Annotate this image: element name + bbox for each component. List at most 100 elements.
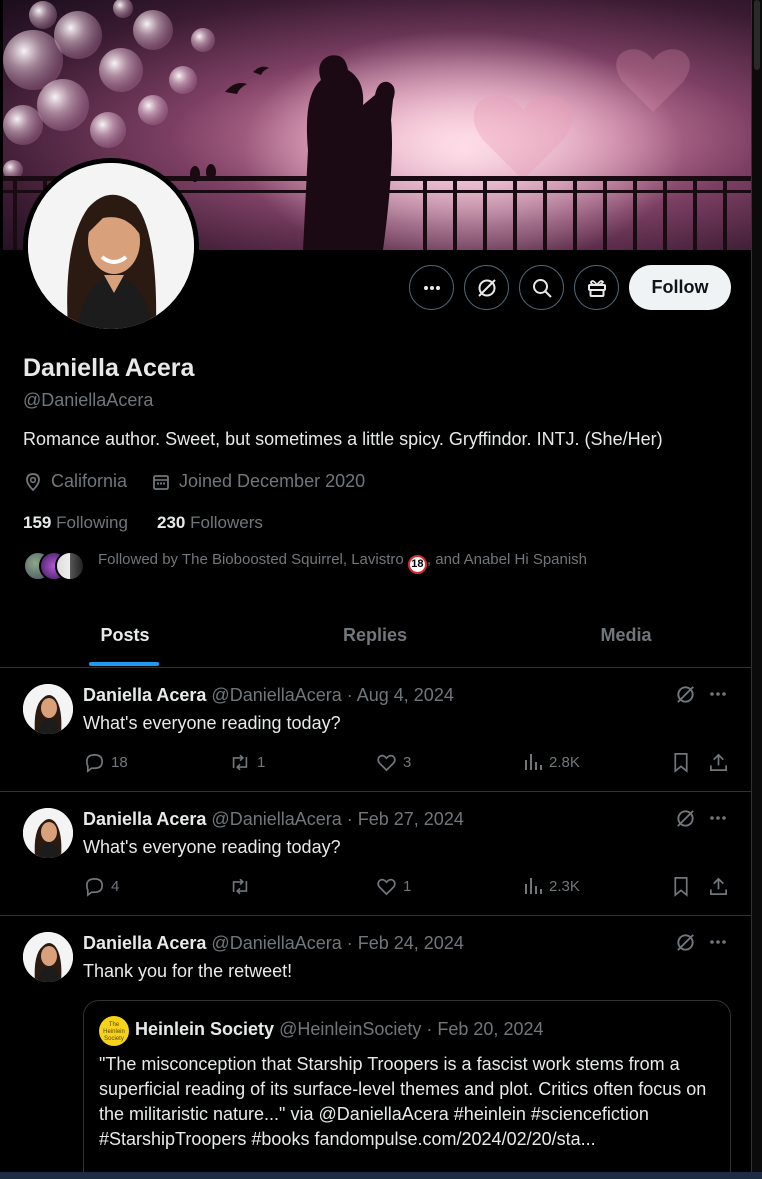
reply-icon bbox=[84, 876, 105, 897]
grok-icon bbox=[675, 808, 696, 829]
share-icon bbox=[708, 752, 729, 773]
bookmark-icon bbox=[671, 876, 691, 897]
tab-posts[interactable]: Posts bbox=[0, 603, 250, 667]
followers-label: Followers bbox=[190, 513, 263, 532]
post-author-name[interactable]: Daniella Acera bbox=[83, 933, 206, 953]
grok-button[interactable] bbox=[464, 265, 509, 310]
follow-button[interactable]: Follow bbox=[629, 265, 731, 310]
followers-link[interactable]: 230 Followers bbox=[157, 513, 263, 533]
heart-icon bbox=[376, 876, 397, 897]
scrollbar[interactable] bbox=[752, 0, 762, 1179]
post-item[interactable]: Daniella Acera @DaniellaAcera · Feb 27, … bbox=[0, 792, 751, 916]
reply-count: 18 bbox=[111, 754, 128, 771]
location-icon bbox=[23, 472, 43, 492]
following-count: 159 bbox=[23, 513, 52, 532]
active-tab-indicator bbox=[89, 662, 159, 666]
profile-bio: Romance author. Sweet, but sometimes a l… bbox=[23, 429, 663, 449]
reply-button[interactable]: 18 bbox=[84, 752, 128, 773]
grok-icon bbox=[675, 932, 696, 953]
post-grok-button[interactable] bbox=[675, 684, 696, 705]
reply-icon bbox=[84, 752, 105, 773]
followed-by-prefix: Followed by The Bioboosted Squirrel, Lav… bbox=[98, 551, 404, 568]
grok-icon bbox=[476, 277, 498, 299]
followed-by-text[interactable]: Followed by The Bioboosted Squirrel, Lav… bbox=[98, 551, 587, 574]
joined-text: Joined December 2020 bbox=[179, 471, 366, 491]
post-handle-date[interactable]: @DaniellaAcera · Feb 24, 2024 bbox=[211, 933, 463, 953]
following-link[interactable]: 159 Following bbox=[23, 513, 128, 533]
followed-by-suffix: , and Anabel Hi Spanish bbox=[426, 551, 588, 568]
profile-tabs: Posts Replies Media bbox=[0, 603, 751, 668]
repost-button[interactable] bbox=[229, 876, 257, 897]
gift-icon bbox=[586, 277, 608, 299]
post-avatar[interactable] bbox=[23, 808, 73, 858]
share-button[interactable] bbox=[708, 752, 729, 773]
post-avatar[interactable] bbox=[23, 932, 73, 982]
post-header: Daniella Acera @DaniellaAcera · Feb 24, … bbox=[83, 933, 464, 954]
profile-avatar[interactable] bbox=[28, 163, 194, 329]
quoted-handle-date: @HeinleinSociety · Feb 20, 2024 bbox=[279, 1019, 544, 1039]
repost-icon bbox=[229, 752, 251, 773]
post-grok-button[interactable] bbox=[675, 932, 696, 953]
like-button[interactable]: 1 bbox=[376, 876, 411, 897]
more-icon bbox=[708, 684, 728, 704]
profile-name: Daniella Acera bbox=[23, 354, 195, 382]
quoted-header: Heinlein Society @HeinleinSociety · Feb … bbox=[135, 1019, 543, 1040]
post-grok-button[interactable] bbox=[675, 808, 696, 829]
repost-count: 1 bbox=[257, 754, 266, 771]
share-icon bbox=[708, 876, 729, 897]
views-button[interactable]: 2.3K bbox=[523, 876, 580, 896]
views-count: 2.3K bbox=[549, 877, 580, 895]
profile-location: California bbox=[23, 471, 127, 492]
like-button[interactable]: 3 bbox=[376, 752, 411, 773]
more-button[interactable] bbox=[409, 265, 454, 310]
post-handle-date[interactable]: @DaniellaAcera · Aug 4, 2024 bbox=[211, 685, 453, 705]
post-avatar[interactable] bbox=[23, 684, 73, 734]
scrollbar-thumb[interactable] bbox=[754, 0, 760, 70]
more-icon bbox=[708, 808, 728, 828]
tab-media[interactable]: Media bbox=[500, 603, 751, 667]
post-handle-date[interactable]: @DaniellaAcera · Feb 27, 2024 bbox=[211, 809, 463, 829]
post-more-button[interactable] bbox=[708, 684, 728, 704]
gift-button[interactable] bbox=[574, 265, 619, 310]
location-text: California bbox=[51, 471, 128, 491]
quoted-author-name: Heinlein Society bbox=[135, 1019, 275, 1039]
age-badge-icon: 18 bbox=[407, 555, 427, 574]
followed-by-avatars[interactable] bbox=[23, 551, 85, 581]
reply-count: 4 bbox=[111, 878, 120, 895]
post-more-button[interactable] bbox=[708, 932, 728, 952]
share-button[interactable] bbox=[708, 876, 729, 897]
views-count: 2.8K bbox=[549, 753, 580, 771]
post-text: What's everyone reading today? bbox=[83, 837, 341, 857]
like-count: 1 bbox=[403, 878, 412, 895]
reply-button[interactable]: 4 bbox=[84, 876, 119, 897]
followers-count: 230 bbox=[157, 513, 186, 532]
bookmark-button[interactable] bbox=[671, 876, 691, 897]
repost-button[interactable]: 1 bbox=[229, 752, 265, 773]
post-author-name[interactable]: Daniella Acera bbox=[83, 685, 206, 705]
post-author-name[interactable]: Daniella Acera bbox=[83, 809, 206, 829]
more-icon bbox=[708, 932, 728, 952]
search-button[interactable] bbox=[519, 265, 564, 310]
post-more-button[interactable] bbox=[708, 808, 728, 828]
post-item[interactable]: Daniella Acera @DaniellaAcera · Aug 4, 2… bbox=[0, 668, 751, 792]
more-icon bbox=[422, 278, 442, 298]
post-text: What's everyone reading today? bbox=[83, 713, 341, 733]
avatar-image bbox=[28, 163, 194, 329]
like-count: 3 bbox=[403, 754, 412, 771]
heart-icon bbox=[376, 752, 397, 773]
calendar-icon bbox=[151, 472, 171, 492]
grok-icon bbox=[675, 684, 696, 705]
search-icon bbox=[531, 277, 553, 299]
views-button[interactable]: 2.8K bbox=[523, 752, 580, 772]
bookmark-button[interactable] bbox=[671, 752, 691, 773]
post-text: Thank you for the retweet! bbox=[83, 961, 293, 981]
repost-icon bbox=[229, 876, 251, 897]
views-icon bbox=[523, 876, 543, 896]
views-icon bbox=[523, 752, 543, 772]
tab-replies[interactable]: Replies bbox=[250, 603, 500, 667]
follower-avatar bbox=[55, 551, 85, 581]
following-label: Following bbox=[56, 513, 128, 532]
quoted-text: "The misconception that Starship Trooper… bbox=[99, 1054, 707, 1149]
quoted-post[interactable]: The Heinlein Society Heinlein Society @H… bbox=[83, 1000, 731, 1179]
profile-handle: @DaniellaAcera bbox=[23, 390, 154, 410]
